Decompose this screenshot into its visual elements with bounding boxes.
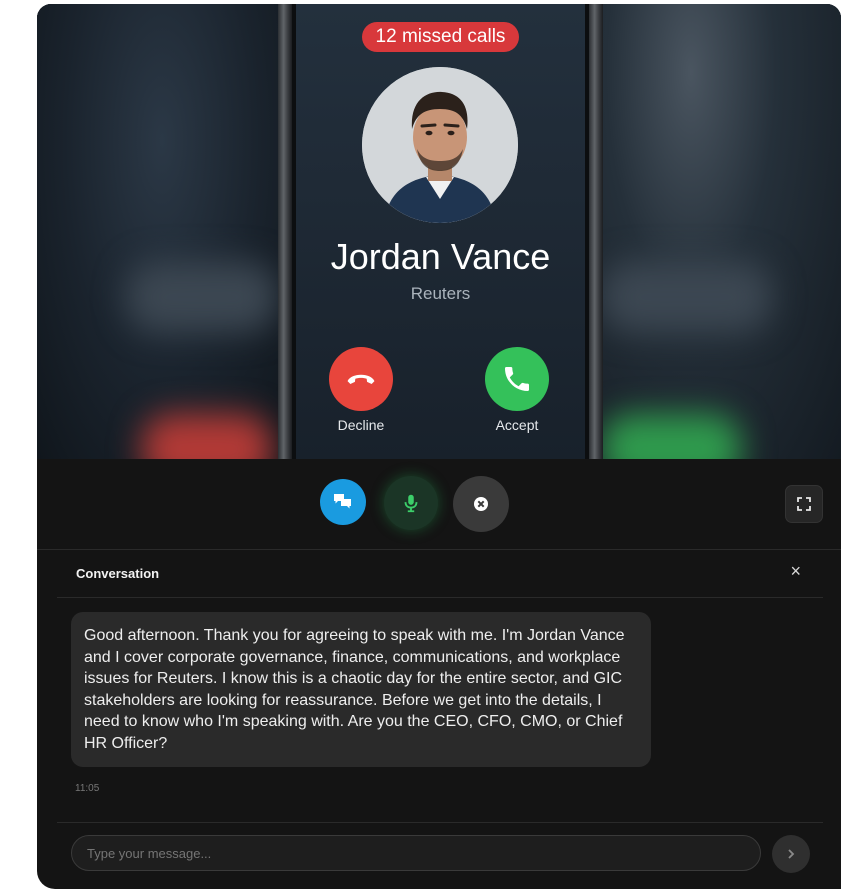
conversation-header: Conversation × bbox=[57, 550, 823, 598]
chat-bubbles-icon bbox=[334, 494, 351, 509]
decline-label: Decline bbox=[337, 417, 385, 433]
conversation-title: Conversation bbox=[76, 566, 160, 581]
blurred-decline-left bbox=[142, 414, 272, 459]
end-call-button[interactable] bbox=[453, 476, 509, 532]
fullscreen-icon bbox=[797, 497, 811, 511]
caller-organization: Reuters bbox=[410, 284, 471, 303]
decline-button[interactable] bbox=[329, 347, 393, 411]
message-input[interactable] bbox=[71, 835, 761, 871]
caller-portrait-icon bbox=[362, 67, 518, 223]
phone-frame: 12 missed calls Jordan Vance Reuters Dec… bbox=[278, 4, 603, 459]
background-blur-right bbox=[591, 4, 841, 459]
missed-calls-badge: 12 missed calls bbox=[362, 22, 519, 52]
call-controls-bar bbox=[37, 459, 841, 550]
message-timestamp: 11:05 bbox=[75, 783, 100, 794]
phone-screen: 12 missed calls Jordan Vance Reuters Dec… bbox=[296, 4, 585, 459]
blurred-text-left bbox=[127, 262, 277, 332]
accept-label: Accept bbox=[495, 417, 539, 433]
message-composer bbox=[57, 822, 823, 889]
send-button[interactable] bbox=[772, 835, 810, 873]
background-blur-left bbox=[37, 4, 287, 459]
incoming-call-view: 12 missed calls Jordan Vance Reuters Dec… bbox=[37, 4, 841, 459]
microphone-button[interactable] bbox=[384, 476, 438, 530]
phone-icon bbox=[505, 367, 529, 391]
microphone-icon bbox=[404, 494, 418, 513]
caller-name: Jordan Vance bbox=[330, 236, 551, 277]
chat-toggle-button[interactable] bbox=[320, 479, 366, 525]
blurred-text-right bbox=[601, 262, 771, 332]
phone-edge-right bbox=[589, 4, 603, 459]
caller-avatar bbox=[362, 67, 518, 223]
close-conversation-button[interactable]: × bbox=[790, 561, 801, 582]
message-bubble: Good afternoon. Thank you for agreeing t… bbox=[71, 612, 651, 767]
call-app: 12 missed calls Jordan Vance Reuters Dec… bbox=[37, 4, 841, 889]
phone-edge-left bbox=[278, 4, 292, 459]
blurred-accept-right bbox=[601, 414, 741, 459]
accept-button[interactable] bbox=[485, 347, 549, 411]
hang-up-icon bbox=[347, 374, 375, 384]
close-circle-icon bbox=[474, 497, 488, 511]
chevron-right-icon bbox=[788, 849, 795, 859]
fullscreen-button[interactable] bbox=[785, 485, 823, 523]
